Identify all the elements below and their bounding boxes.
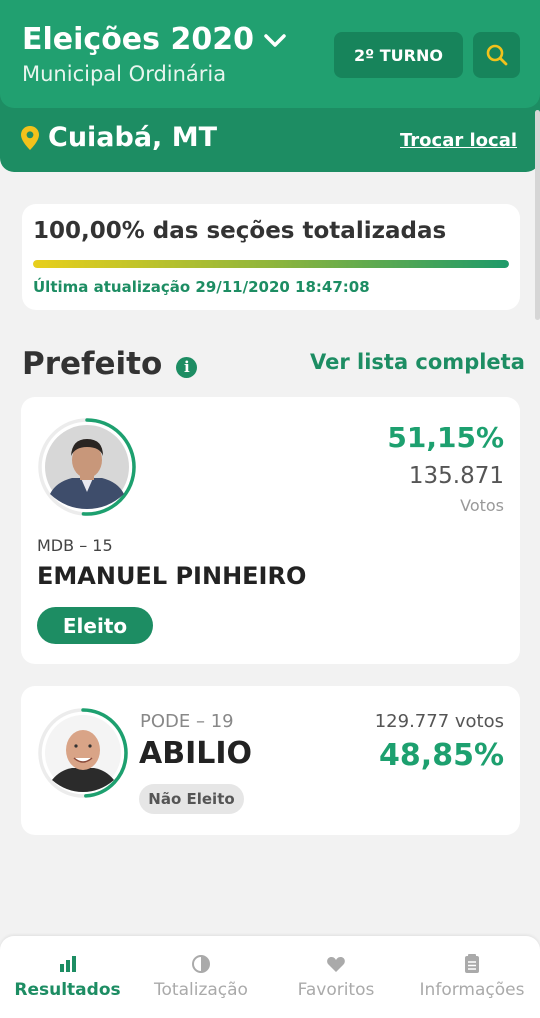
heart-icon — [327, 957, 345, 972]
nav-item-informacoes[interactable]: Informações — [418, 954, 526, 1000]
not-elected-badge: Não Eleito — [139, 784, 244, 814]
candidate-avatar — [36, 416, 138, 518]
candidate-card-1[interactable]: 51,15% 135.871 Votos MDB – 15 EMANUEL PI… — [21, 397, 520, 664]
candidate-party: PODE – 19 — [140, 711, 234, 732]
nav-item-resultados[interactable]: Resultados — [14, 954, 121, 1000]
candidate-votes: 135.871 — [408, 463, 504, 489]
scrollbar[interactable] — [535, 110, 540, 320]
view-full-list-link[interactable]: Ver lista completa — [310, 350, 525, 374]
candidate-percent: 51,15% — [387, 421, 504, 454]
app-header: Eleições 2020 Municipal Ordinária 2º TUR… — [0, 0, 540, 108]
votes-label: Votos — [460, 496, 504, 515]
progress-fill — [33, 260, 509, 268]
candidate-card-2[interactable]: PODE – 19 ABILIO Não Eleito 129.777 voto… — [21, 686, 520, 835]
candidate-party: MDB – 15 — [37, 536, 113, 555]
chevron-down-icon — [264, 33, 286, 47]
pie-chart-icon — [192, 955, 210, 973]
search-button[interactable] — [473, 32, 520, 78]
document-icon — [465, 954, 479, 973]
section-title: Prefeito i — [22, 346, 198, 382]
bar-chart-icon — [59, 956, 76, 972]
totalization-card: 100,00% das seções totalizadas Última at… — [22, 204, 520, 310]
candidate-percent: 48,85% — [379, 738, 504, 773]
app-title: Eleições 2020 — [22, 22, 254, 57]
last-update-text: Última atualização 29/11/2020 18:47:08 — [33, 278, 370, 296]
turno-button[interactable]: 2º TURNO — [334, 32, 463, 78]
totalization-title: 100,00% das seções totalizadas — [33, 218, 447, 244]
search-icon — [486, 44, 507, 66]
app-subtitle: Municipal Ordinária — [22, 62, 227, 86]
current-location: Cuiabá, MT — [20, 122, 217, 153]
info-icon[interactable]: i — [176, 356, 198, 378]
candidate-name: ABILIO — [139, 736, 253, 771]
nav-label: Totalização — [154, 980, 248, 1000]
totalization-progress-bar — [33, 260, 509, 268]
location-pin-icon — [21, 125, 39, 150]
location-label: Cuiabá, MT — [48, 122, 218, 153]
office-title: Prefeito — [22, 346, 163, 382]
percent-ring — [38, 418, 136, 516]
nav-label: Informações — [419, 980, 525, 1000]
election-selector[interactable]: Eleições 2020 — [22, 22, 286, 57]
nav-label: Resultados — [14, 980, 121, 1000]
percent-ring — [38, 708, 128, 798]
elected-badge: Eleito — [37, 607, 153, 644]
candidate-avatar — [36, 706, 130, 800]
nav-item-favoritos[interactable]: Favoritos — [296, 954, 376, 1000]
candidate-votes: 129.777 votos — [374, 711, 504, 732]
change-location-link[interactable]: Trocar local — [400, 130, 517, 151]
bottom-navigation: Resultados Totalização Favoritos Informa… — [0, 936, 540, 1018]
nav-label: Favoritos — [297, 980, 375, 1000]
location-bar: Eleições 2020 Municipal Ordinária 2º TUR… — [0, 0, 540, 172]
nav-item-totalizacao[interactable]: Totalização — [152, 954, 250, 1000]
candidate-name: EMANUEL PINHEIRO — [37, 562, 307, 590]
